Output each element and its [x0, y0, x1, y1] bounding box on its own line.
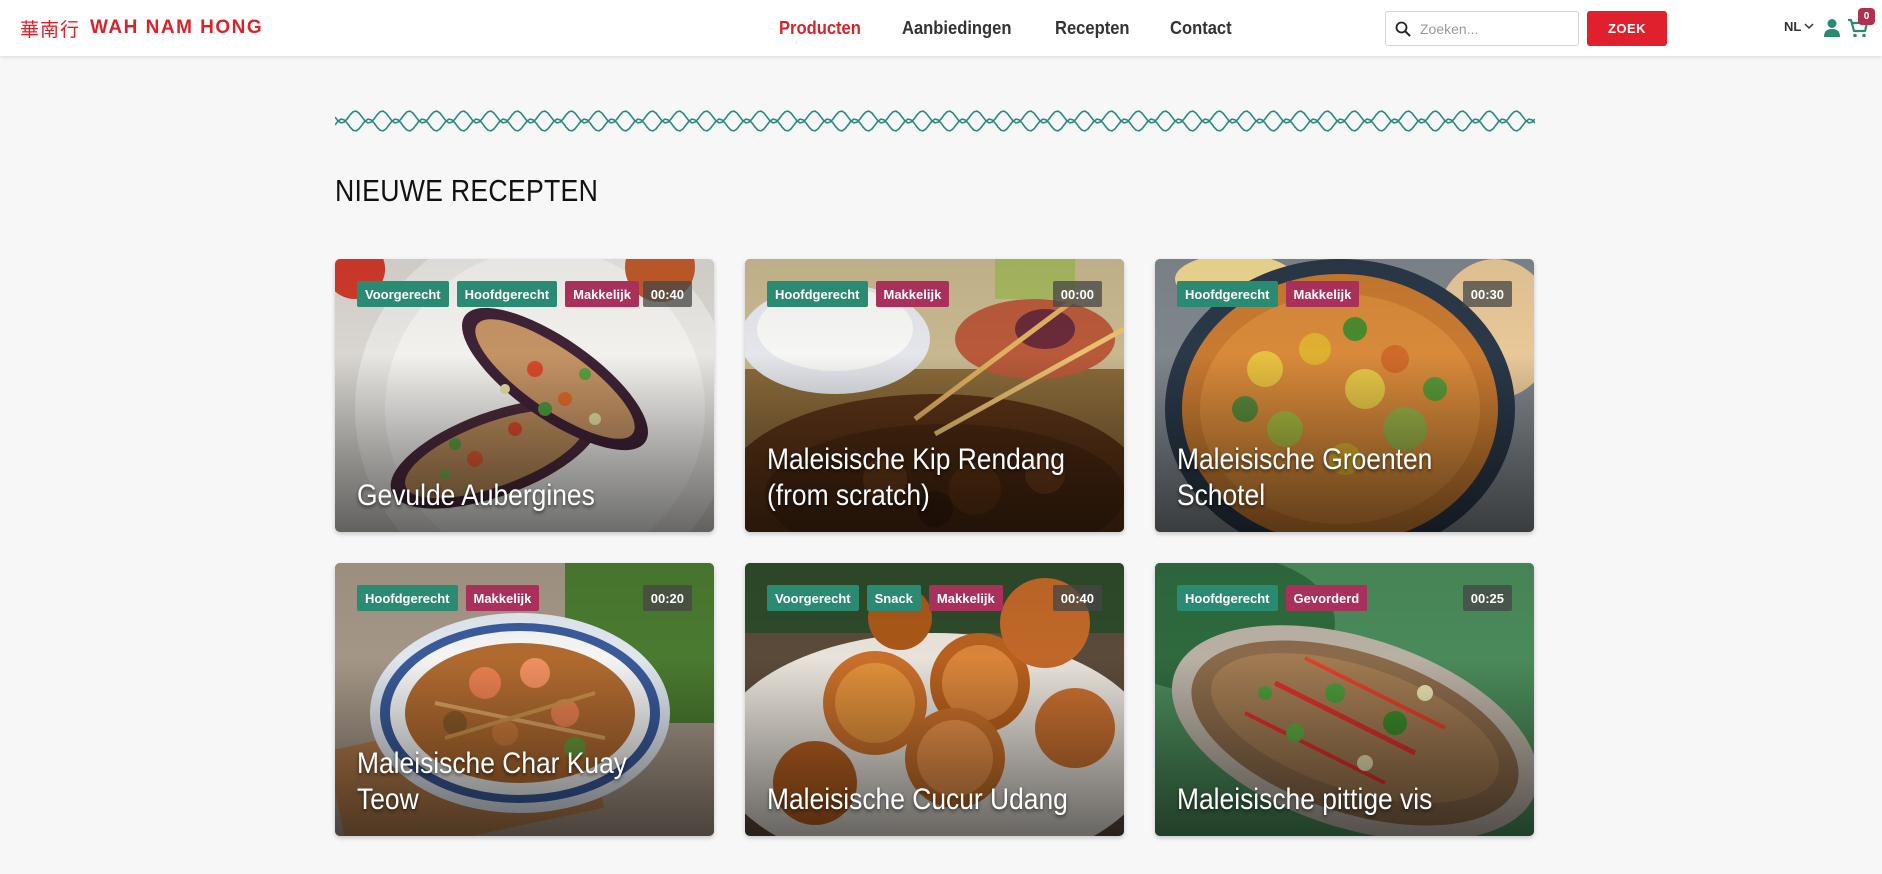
nav-item-recepten[interactable]: Recepten — [1055, 18, 1130, 39]
tag-badge: Makkelijk — [1285, 281, 1360, 307]
tag-badge: Gevorderd — [1285, 585, 1368, 611]
recipe-title: Maleisische pittige vis — [1177, 783, 1433, 816]
tag-badge: Hoofdgerecht — [1177, 281, 1278, 307]
user-icon[interactable] — [1823, 18, 1841, 38]
tag-badge: Voorgerecht — [357, 281, 449, 307]
search-box — [1385, 11, 1579, 46]
recipe-card[interactable]: Voorgerecht Hoofdgerecht Makkelijk 00:40… — [335, 259, 714, 532]
tag-badge: Makkelijk — [465, 585, 540, 611]
search-input[interactable] — [1420, 20, 1570, 37]
time-badge: 00:00 — [1052, 281, 1102, 307]
section-title: NIEUWE RECEPTEN — [335, 173, 599, 208]
recipe-tags: Hoofdgerecht Makkelijk — [1177, 281, 1360, 307]
time-badge: 00:40 — [642, 281, 692, 307]
chevron-down-icon — [1804, 23, 1814, 30]
recipe-title: Maleisische Groenten Schotel — [1177, 443, 1433, 512]
recipe-card[interactable]: Voorgerecht Snack Makkelijk 00:40 Maleis… — [745, 563, 1124, 836]
brand-hanzi: 華南行 — [20, 18, 81, 41]
main-nav: Producten Aanbiedingen Recepten Contact — [779, 16, 1237, 40]
nav-item-producten[interactable]: Producten — [779, 18, 861, 39]
recipe-tags: Hoofdgerecht Makkelijk — [767, 281, 950, 307]
tag-badge: Makkelijk — [875, 281, 950, 307]
recipe-tags: Voorgerecht Snack Makkelijk — [767, 585, 1003, 611]
tag-badge: Hoofdgerecht — [1177, 585, 1278, 611]
recipe-tags: Hoofdgerecht Gevorderd — [1177, 585, 1368, 611]
tag-badge: Makkelijk — [928, 585, 1003, 611]
recipe-title: Maleisische Cucur Udang — [767, 783, 1068, 816]
nav-item-aanbiedingen[interactable]: Aanbiedingen — [902, 18, 1011, 39]
time-badge: 00:30 — [1462, 281, 1512, 307]
language-selector[interactable]: NL — [1784, 19, 1814, 34]
tag-badge: Makkelijk — [565, 281, 639, 307]
cart-count-badge: 0 — [1858, 8, 1875, 25]
recipe-title: Gevulde Aubergines — [357, 479, 595, 512]
time-badge: 00:25 — [1462, 585, 1512, 611]
time-badge: 00:20 — [642, 585, 692, 611]
site-header: 華南行 WAH NAM HONG Producten Aanbiedingen … — [0, 0, 1882, 56]
language-label: NL — [1784, 19, 1802, 34]
recipe-tags: Voorgerecht Hoofdgerecht Makkelijk — [357, 281, 639, 307]
recipe-tags: Hoofdgerecht Makkelijk — [357, 585, 540, 611]
wave-divider — [335, 110, 1535, 132]
recipe-card[interactable]: Hoofdgerecht Makkelijk 00:30 Maleisische… — [1155, 259, 1534, 532]
brand-logo[interactable]: 華南行 WAH NAM HONG — [20, 15, 263, 41]
nav-item-contact[interactable]: Contact — [1170, 18, 1232, 39]
tag-badge: Hoofdgerecht — [456, 281, 558, 307]
time-badge: 00:40 — [1052, 585, 1102, 611]
recipe-card[interactable]: Hoofdgerecht Makkelijk 00:20 Maleisische… — [335, 563, 714, 836]
tag-badge: Hoofdgerecht — [357, 585, 458, 611]
brand-name: WAH NAM HONG — [90, 17, 264, 38]
tag-badge: Snack — [866, 585, 921, 611]
tag-badge: Hoofdgerecht — [767, 281, 868, 307]
search-icon[interactable] — [1386, 11, 1420, 46]
recipe-title: Maleisische Kip Rendang (from scratch) — [767, 443, 1065, 512]
recipe-title: Maleisische Char Kuay Teow — [357, 747, 627, 816]
recipe-card[interactable]: Hoofdgerecht Gevorderd 00:25 Maleisische… — [1155, 563, 1534, 836]
recipe-grid: Voorgerecht Hoofdgerecht Makkelijk 00:40… — [335, 259, 1534, 836]
search-button[interactable]: ZOEK — [1587, 11, 1667, 46]
recipe-card[interactable]: Hoofdgerecht Makkelijk 00:00 Maleisische… — [745, 259, 1124, 532]
tag-badge: Voorgerecht — [767, 585, 859, 611]
